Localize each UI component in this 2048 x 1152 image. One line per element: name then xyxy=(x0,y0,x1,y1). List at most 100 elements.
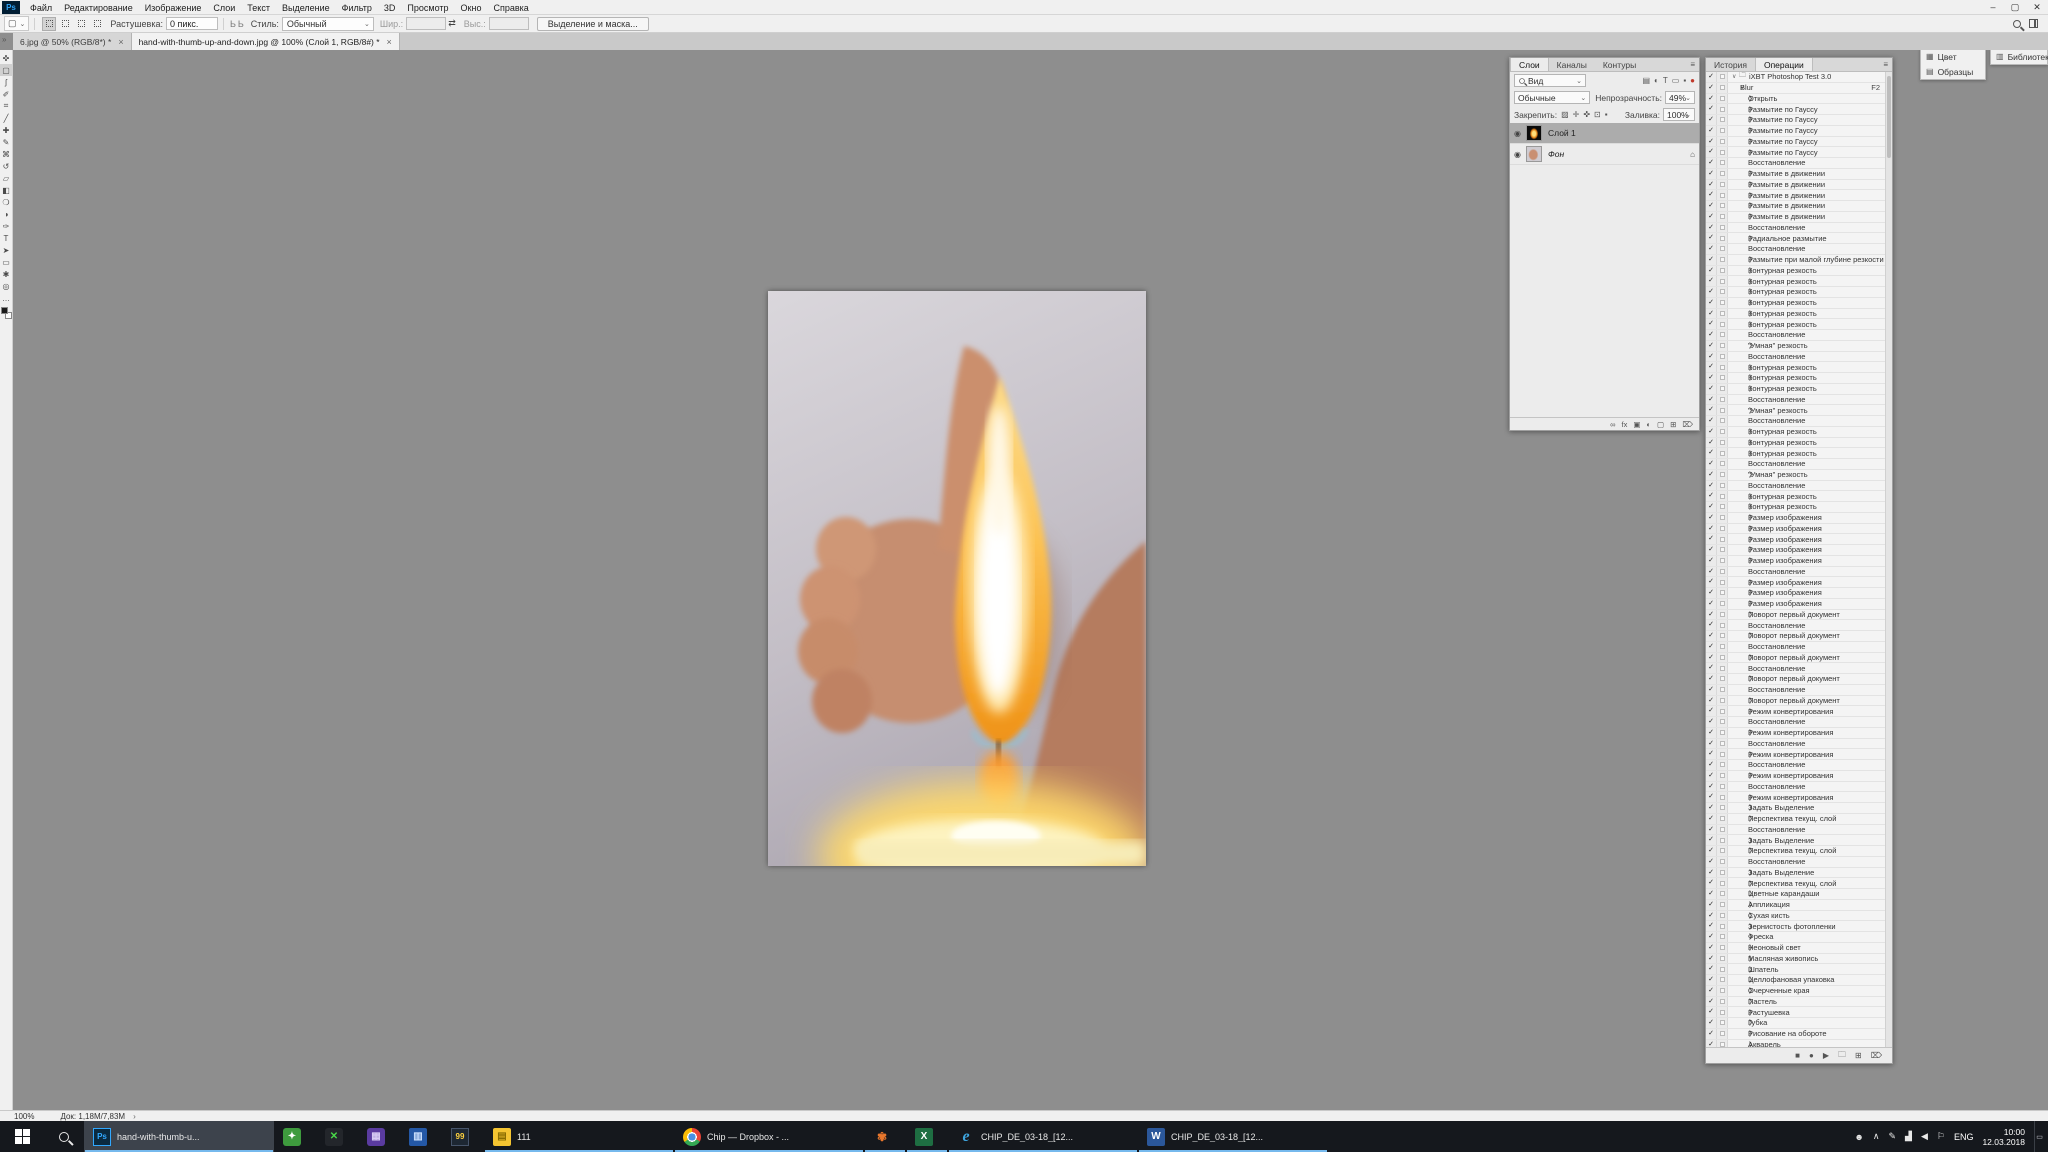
taskbar-excel-button[interactable]: X xyxy=(906,1121,948,1152)
play-icon[interactable]: ▶ xyxy=(1823,1051,1829,1060)
taskbar-chrome-button[interactable]: Chip — Dropbox - ... xyxy=(674,1121,864,1152)
expand-icon[interactable]: ❯ xyxy=(1728,837,1748,844)
expand-icon[interactable]: ❯ xyxy=(1728,310,1748,317)
toggle-item-icon[interactable]: ✓ xyxy=(1706,577,1717,587)
notification-center-icon[interactable]: ▭ xyxy=(2034,1121,2044,1152)
action-step-row[interactable]: ✓ ❯ Неоновый свет xyxy=(1706,943,1892,954)
toggle-item-icon[interactable]: ✓ xyxy=(1706,954,1717,964)
toggle-item-icon[interactable]: ✓ xyxy=(1706,706,1717,716)
expand-icon[interactable]: ❯ xyxy=(1728,256,1748,263)
toggle-item-icon[interactable]: ✓ xyxy=(1706,534,1717,544)
action-step-row[interactable]: ✓ ❯ Шпатель xyxy=(1706,964,1892,975)
dialog-toggle[interactable] xyxy=(1717,352,1728,362)
toggle-item-icon[interactable]: ✓ xyxy=(1706,620,1717,630)
dialog-toggle[interactable] xyxy=(1717,997,1728,1007)
action-step-row[interactable]: ✓ ❯ Поворот первый документ xyxy=(1706,653,1892,664)
dialog-toggle[interactable] xyxy=(1717,771,1728,781)
taskbar-notes-button[interactable]: ▤ 111 xyxy=(484,1121,674,1152)
toggle-item-icon[interactable]: ✓ xyxy=(1706,459,1717,469)
color-swatches[interactable] xyxy=(1,307,12,319)
dock-libraries-button[interactable]: ▥ Библиотеки xyxy=(1991,49,2047,64)
toggle-item-icon[interactable]: ✓ xyxy=(1706,244,1717,254)
blur-tool[interactable]: ❍ xyxy=(0,196,13,208)
toggle-item-icon[interactable]: ✓ xyxy=(1706,233,1717,243)
action-step-row[interactable]: ✓ ❯ Режим конвертирования xyxy=(1706,749,1892,760)
expand-icon[interactable]: ❯ xyxy=(1728,342,1748,349)
dialog-toggle[interactable] xyxy=(1717,384,1728,394)
expand-icon[interactable]: ❯ xyxy=(1728,116,1748,123)
zoom-tool[interactable]: ◎ xyxy=(0,280,13,292)
expand-icon[interactable]: ❯ xyxy=(1728,471,1748,478)
action-step-row[interactable]: ✓ ❯ Размытие по Гауссу xyxy=(1706,137,1892,148)
dialog-toggle[interactable] xyxy=(1717,900,1728,910)
dialog-toggle[interactable] xyxy=(1717,287,1728,297)
action-step-row[interactable]: ✓ ❯ Контурная резкость xyxy=(1706,438,1892,449)
action-step-row[interactable]: ✓ ❯ Контурная резкость xyxy=(1706,266,1892,277)
dialog-toggle[interactable] xyxy=(1717,846,1728,856)
anti-alias-alt-icon[interactable]: Ь xyxy=(238,19,244,29)
dialog-toggle[interactable] xyxy=(1717,126,1728,136)
new-action-icon[interactable]: ⊞ xyxy=(1855,1051,1862,1060)
action-step-row[interactable]: ✓ ❯ Размер изображения xyxy=(1706,524,1892,535)
expand-icon[interactable]: ❯ xyxy=(1728,149,1748,156)
toggle-item-icon[interactable]: ✓ xyxy=(1706,416,1717,426)
action-step-row[interactable]: ✓ ❯ Размытие по Гауссу xyxy=(1706,104,1892,115)
flag-icon[interactable]: ⚐ xyxy=(1937,1131,1945,1142)
action-step-row[interactable]: ✓ ❯ Поворот первый документ xyxy=(1706,696,1892,707)
taskbar-app-green-button[interactable]: ✦ xyxy=(274,1121,316,1152)
action-step-row[interactable]: ✓ Восстановление xyxy=(1706,685,1892,696)
quick-select-tool[interactable]: ✐ xyxy=(0,88,13,100)
action-step-row[interactable]: ✓ ❯ Размытие в движении xyxy=(1706,212,1892,223)
clone-stamp-tool[interactable]: ⌘ xyxy=(0,148,13,160)
toggle-item-icon[interactable]: ✓ xyxy=(1706,481,1717,491)
expand-icon[interactable]: ❯ xyxy=(1728,288,1748,295)
dodge-tool[interactable]: ◑ xyxy=(0,208,13,220)
toggle-item-icon[interactable]: ✓ xyxy=(1706,717,1717,727)
dialog-toggle[interactable] xyxy=(1717,868,1728,878)
expand-icon[interactable]: ❯ xyxy=(1728,138,1748,145)
taskbar-app-swirl-button[interactable]: ✕ xyxy=(316,1121,358,1152)
menu-item[interactable]: Изображение xyxy=(139,3,208,13)
dialog-toggle[interactable] xyxy=(1717,438,1728,448)
chevron-up-icon[interactable]: ∧ xyxy=(1873,1131,1880,1142)
toggle-item-icon[interactable]: ✓ xyxy=(1706,911,1717,921)
eyedropper-tool[interactable]: ╱ xyxy=(0,112,13,124)
expand-icon[interactable]: ❯ xyxy=(1728,235,1748,242)
menu-item[interactable]: Текст xyxy=(241,3,276,13)
toggle-item-icon[interactable]: ✓ xyxy=(1706,94,1717,104)
dialog-toggle[interactable] xyxy=(1717,749,1728,759)
action-step-row[interactable]: ✓ ❯ Контурная резкость xyxy=(1706,287,1892,298)
expand-icon[interactable]: ❯ xyxy=(1728,611,1748,618)
layer-thumbnail[interactable] xyxy=(1526,125,1542,141)
action-step-row[interactable]: ✓ ❯ Акварель xyxy=(1706,1040,1892,1048)
dialog-toggle[interactable] xyxy=(1717,954,1728,964)
toggle-item-icon[interactable]: ✓ xyxy=(1706,126,1717,136)
expand-icon[interactable]: ∨ xyxy=(1728,84,1740,91)
expand-icon[interactable]: ❯ xyxy=(1728,955,1748,962)
dialog-toggle[interactable] xyxy=(1717,739,1728,749)
brush-tool[interactable]: ✎ xyxy=(0,136,13,148)
toggle-item-icon[interactable]: ✓ xyxy=(1706,610,1717,620)
toggle-item-icon[interactable]: ✓ xyxy=(1706,846,1717,856)
toggle-item-icon[interactable]: ✓ xyxy=(1706,72,1717,82)
expand-icon[interactable]: ❯ xyxy=(1728,589,1748,596)
dialog-toggle[interactable] xyxy=(1717,94,1728,104)
tool-preset-picker[interactable]: ▢ ⌄ xyxy=(4,16,29,31)
toggle-item-icon[interactable]: ✓ xyxy=(1706,212,1717,222)
document-tab[interactable]: 6.jpg @ 50% (RGB/8*) * × xyxy=(13,33,132,50)
dialog-toggle[interactable] xyxy=(1717,878,1728,888)
taskbar-paw-button[interactable]: ✾ xyxy=(864,1121,906,1152)
dialog-toggle[interactable] xyxy=(1717,1007,1728,1017)
pen-tool[interactable]: ✑ xyxy=(0,220,13,232)
layer-filter-icon[interactable]: ▪ xyxy=(1683,76,1686,85)
expand-icon[interactable]: ❯ xyxy=(1728,170,1748,177)
action-set-name[interactable]: iXBT Photoshop Test 3.0 xyxy=(1749,72,1831,81)
toggle-item-icon[interactable]: ✓ xyxy=(1706,749,1717,759)
layers-footer-icon[interactable]: ⊞ xyxy=(1670,420,1676,429)
expand-icon[interactable]: ❯ xyxy=(1728,450,1748,457)
expand-icon[interactable]: ❯ xyxy=(1728,278,1748,285)
dialog-toggle[interactable] xyxy=(1717,276,1728,286)
expand-icon[interactable]: ❯ xyxy=(1728,869,1748,876)
layers-footer-icon[interactable]: ◐ xyxy=(1646,420,1651,429)
toggle-item-icon[interactable]: ✓ xyxy=(1706,287,1717,297)
